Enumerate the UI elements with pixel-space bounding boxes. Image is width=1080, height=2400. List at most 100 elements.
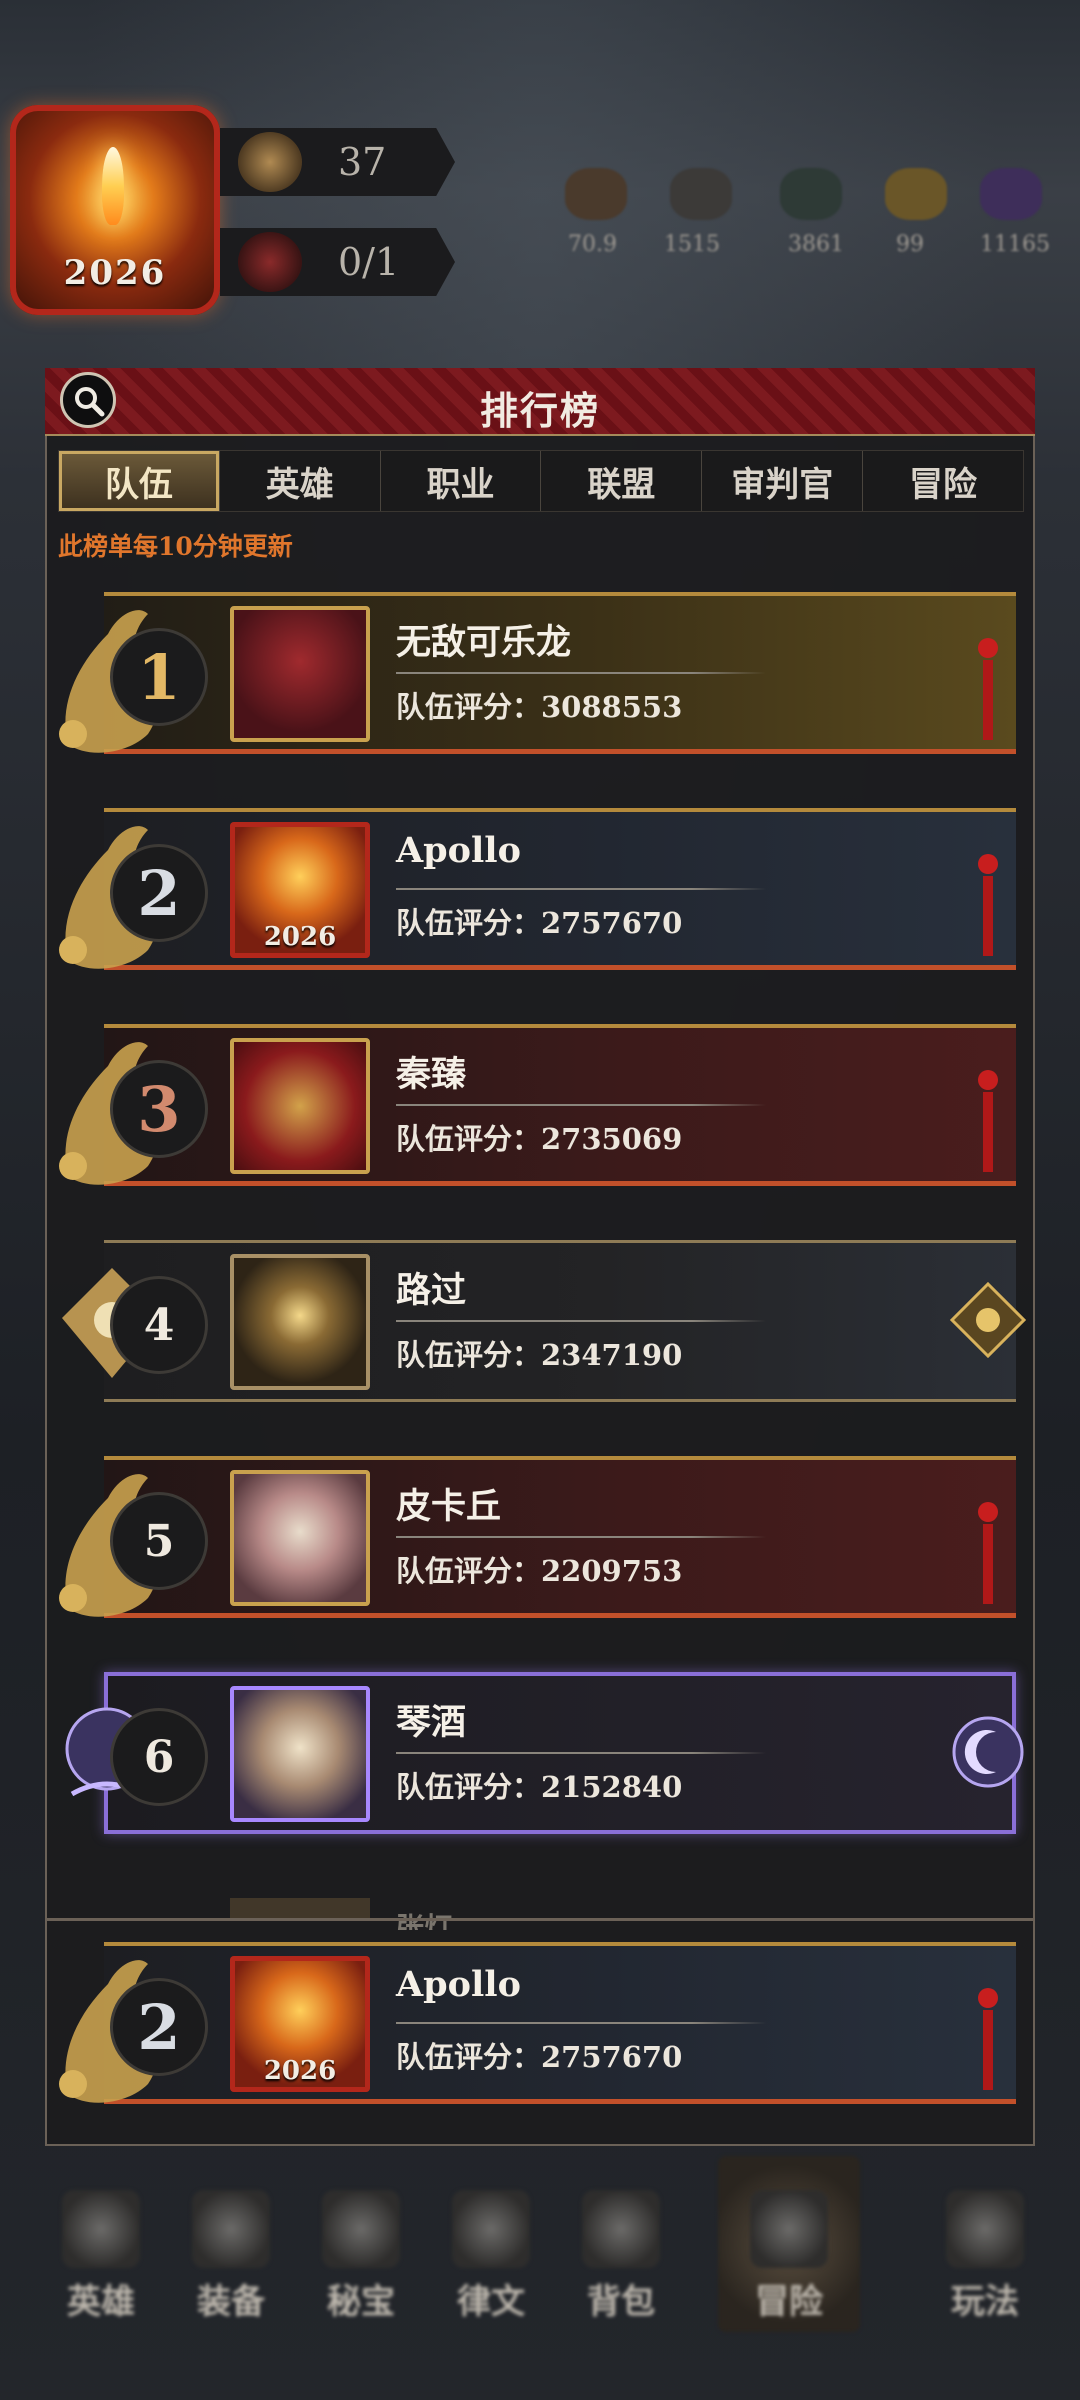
leaderboard-row[interactable]: 2 2026 Apollo 队伍评分：2757670: [48, 800, 1020, 978]
team-score: 队伍评分：3088553: [396, 690, 683, 724]
player-name: 秦臻: [396, 1054, 467, 1095]
player-portrait[interactable]: [230, 606, 370, 742]
team-score: 队伍评分：2347190: [396, 1338, 683, 1372]
player-name: 皮卡丘: [396, 1486, 502, 1527]
my-rank-divider: [45, 1918, 1035, 1921]
player-portrait[interactable]: 2026: [230, 822, 370, 958]
candle-flame-icon: [102, 147, 124, 225]
tab-class[interactable]: 职业: [381, 451, 542, 511]
rank-number: 4: [143, 1299, 175, 1351]
team-score: 队伍评分：2735069: [396, 1122, 683, 1156]
crossed-swords-icon: [750, 2190, 828, 2268]
rank-badge: 2: [110, 1978, 208, 2076]
tab-judge[interactable]: 审判官: [702, 451, 864, 511]
portrait-year: 2026: [263, 2056, 337, 2086]
rank-number: 5: [143, 1515, 175, 1567]
leaderboard-row[interactable]: 1 无敌可乐龙 队伍评分：3088553: [48, 584, 1020, 762]
rune-icon: [452, 2190, 530, 2268]
player-portrait[interactable]: [230, 1038, 370, 1174]
player-name: 路过: [396, 1270, 467, 1311]
player-name: 琴酒: [396, 1702, 467, 1743]
divider: [396, 1752, 766, 1754]
gate-icon: [946, 2190, 1024, 2268]
resource-1-icon: [565, 168, 627, 220]
red-tassel-icon: [974, 636, 1002, 746]
bag-icon: [582, 2190, 660, 2268]
leaderboard-row[interactable]: 6 琴酒 队伍评分：2152840: [48, 1664, 1024, 1842]
divider: [396, 1104, 766, 1106]
hud-chip-quest-value: 0/1: [338, 240, 400, 284]
team-score: 队伍评分：2757670: [396, 906, 683, 940]
red-tassel-icon: [974, 1068, 1002, 1178]
hud-chip-quest[interactable]: 0/1: [220, 228, 455, 296]
resource-2-icon: [670, 168, 732, 220]
tab-alliance[interactable]: 联盟: [541, 451, 703, 511]
leaderboard-row[interactable]: 4 路过 队伍评分：2347190: [48, 1232, 1026, 1410]
divider: [396, 1536, 766, 1538]
nav-bag-label: 背包: [587, 2282, 655, 2322]
search-icon: [75, 387, 105, 417]
portrait-year: 2026: [263, 922, 337, 952]
divider: [396, 672, 766, 674]
leaderboard-row[interactable]: 5 皮卡丘 队伍评分：2209753: [48, 1448, 1020, 1626]
player-portrait[interactable]: [230, 1686, 370, 1822]
quest-icon: [238, 232, 302, 292]
rank-number: 2: [137, 1990, 181, 2064]
player-avatar[interactable]: 2026: [10, 105, 220, 315]
nav-hero-label: 英雄: [67, 2282, 135, 2322]
red-tassel-icon: [974, 1986, 1002, 2096]
nav-bag[interactable]: 背包: [566, 2190, 676, 2323]
resource-3-value: 3861: [788, 232, 844, 257]
player-portrait[interactable]: 2026: [230, 1956, 370, 2092]
resource-3-icon: [780, 168, 842, 220]
tab-team[interactable]: 队伍: [59, 451, 220, 511]
nav-hero[interactable]: 英雄: [46, 2190, 156, 2323]
leaderboard-row[interactable]: 3 秦臻 队伍评分：2735069: [48, 1016, 1020, 1194]
nav-adventure[interactable]: 冒险: [734, 2190, 844, 2323]
rank-number: 3: [137, 1072, 181, 1146]
nav-treasure[interactable]: 秘宝: [306, 2190, 416, 2323]
player-name: 无敌可乐龙: [396, 622, 572, 663]
rank-number: 1: [137, 640, 181, 714]
nav-equipment[interactable]: 装备: [176, 2190, 286, 2323]
player-portrait[interactable]: [230, 1470, 370, 1606]
nav-adventure-label: 冒险: [755, 2282, 823, 2322]
resource-1-value: 70.9: [568, 232, 617, 257]
nav-treasure-label: 秘宝: [327, 2282, 395, 2322]
panel-title: 排行榜: [479, 388, 600, 433]
gold-gem-icon: [950, 1282, 1026, 1358]
divider: [396, 2022, 766, 2024]
rank-number: 2: [137, 856, 181, 930]
avatar-year: 2026: [63, 253, 167, 293]
team-score: 队伍评分：2152840: [396, 1770, 683, 1804]
hero-icon: [62, 2190, 140, 2268]
nav-gameplay[interactable]: 玩法: [930, 2190, 1040, 2323]
treasure-icon: [322, 2190, 400, 2268]
red-tassel-icon: [974, 852, 1002, 962]
bottom-navigation: 英雄 装备 秘宝 律文 背包 冒险 玩法: [0, 2150, 1080, 2400]
player-name: Apollo: [396, 1964, 521, 2005]
resource-5-icon: [980, 168, 1042, 220]
resource-4-value: 99: [896, 232, 924, 257]
rank-number: 6: [143, 1731, 175, 1783]
my-ranking-row[interactable]: 2 2026 Apollo 队伍评分：2757670: [48, 1934, 1020, 2112]
divider: [396, 1320, 766, 1322]
nav-rune[interactable]: 律文: [436, 2190, 546, 2323]
hud-chip-level-value: 37: [338, 140, 387, 184]
moon-gem-icon: [952, 1716, 1024, 1788]
rank-badge: 5: [110, 1492, 208, 1590]
rank-badge: 4: [110, 1276, 208, 1374]
player-name: Apollo: [396, 830, 521, 871]
team-score: 队伍评分：2757670: [396, 2040, 683, 2074]
search-button[interactable]: [60, 372, 116, 428]
rank-badge: 2: [110, 844, 208, 942]
tab-adventure[interactable]: 冒险: [863, 451, 1023, 511]
leaderboard-tabs: 队伍 英雄 职业 联盟 审判官 冒险: [58, 450, 1024, 512]
hud-chip-level[interactable]: 37: [220, 128, 455, 196]
tab-hero[interactable]: 英雄: [220, 451, 381, 511]
player-portrait[interactable]: [230, 1254, 370, 1390]
rank-badge: 6: [110, 1708, 208, 1806]
partial-portrait: [230, 1898, 370, 1920]
rank-badge: 1: [110, 628, 208, 726]
compass-icon: [238, 132, 302, 192]
